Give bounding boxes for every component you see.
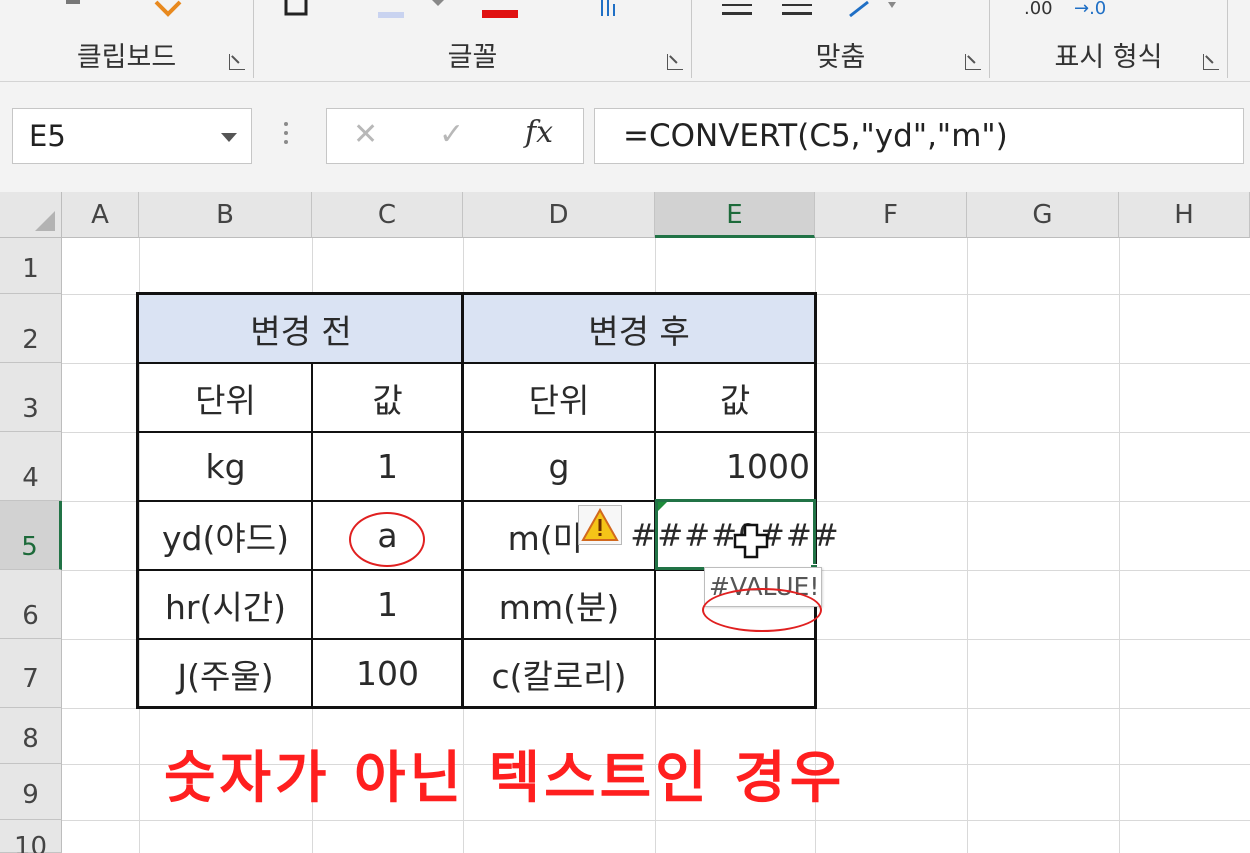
- cell-d5[interactable]: m(미: [463, 501, 583, 570]
- column-header-b[interactable]: B: [139, 192, 312, 238]
- number-dialog-launcher-icon[interactable]: [1203, 54, 1219, 70]
- cell-e7[interactable]: [655, 639, 815, 708]
- formula-text: =CONVERT(C5,"yd","m"): [623, 118, 1008, 154]
- decrease-decimal-icon[interactable]: →.0: [1074, 0, 1106, 19]
- wrap-text-icon[interactable]: [596, 0, 626, 22]
- font-dropdown-icon[interactable]: [430, 0, 448, 10]
- row-header-3[interactable]: 3: [0, 363, 62, 432]
- formula-buttons: ✕ ✓ fx: [326, 108, 584, 164]
- fill-color-icon[interactable]: [374, 0, 414, 22]
- align-left-icon[interactable]: [718, 0, 758, 18]
- formula-input[interactable]: =CONVERT(C5,"yd","m"): [594, 108, 1244, 164]
- clipboard-group: 클립보드: [0, 0, 254, 78]
- name-box-value: E5: [29, 119, 66, 153]
- row-header-4[interactable]: 4: [0, 432, 62, 501]
- cell-c7[interactable]: 100: [312, 639, 463, 708]
- highlight-ring-error: [702, 588, 822, 632]
- subheader-unit-after[interactable]: 단위: [463, 363, 655, 432]
- cell-d4[interactable]: g: [463, 432, 655, 501]
- row-header-6[interactable]: 6: [0, 570, 62, 639]
- select-all-button[interactable]: [0, 192, 62, 238]
- column-header-h[interactable]: H: [1119, 192, 1250, 238]
- column-header-d[interactable]: D: [463, 192, 655, 238]
- cell-e4[interactable]: 1000: [655, 432, 810, 501]
- annotation-caption: 숫자가 아닌 텍스트인 경우: [164, 746, 846, 811]
- row-header-2[interactable]: 2: [0, 294, 62, 363]
- clipboard-dialog-launcher-icon[interactable]: [229, 54, 245, 70]
- subheader-value-after[interactable]: 값: [655, 363, 815, 432]
- insert-function-icon[interactable]: fx: [525, 115, 553, 150]
- alignment-dialog-launcher-icon[interactable]: [965, 54, 981, 70]
- name-box[interactable]: E5: [12, 108, 252, 164]
- number-group-label: 표시 형식: [1054, 42, 1163, 73]
- cell-d7[interactable]: c(칼로리): [463, 639, 655, 708]
- cell-c6[interactable]: 1: [312, 570, 463, 639]
- orientation-icon[interactable]: [844, 0, 904, 18]
- cancel-icon[interactable]: ✕: [353, 117, 378, 152]
- font-color-icon[interactable]: [480, 0, 524, 22]
- cell-cursor-icon: [733, 523, 769, 559]
- row-header-7[interactable]: 7: [0, 639, 62, 708]
- cell-b4[interactable]: kg: [139, 432, 312, 501]
- column-header-g[interactable]: G: [967, 192, 1119, 238]
- font-group-label: 글꼴: [447, 42, 498, 73]
- highlight-ring-c5: [349, 512, 425, 567]
- enter-icon[interactable]: ✓: [439, 117, 464, 152]
- column-header-f[interactable]: F: [815, 192, 967, 238]
- header-after[interactable]: 변경 후: [463, 294, 815, 363]
- font-dialog-launcher-icon[interactable]: [667, 54, 683, 70]
- align-right-icon[interactable]: [778, 0, 818, 18]
- drag-handle-icon[interactable]: [284, 122, 290, 148]
- row-header-8[interactable]: 8: [0, 708, 62, 764]
- cell-b6[interactable]: hr(시간): [139, 570, 312, 639]
- row-header-10[interactable]: 10: [0, 820, 62, 853]
- chevron-down-icon[interactable]: [221, 133, 237, 142]
- cell-d6[interactable]: mm(분): [463, 570, 655, 639]
- row-header-5[interactable]: 5: [0, 501, 62, 570]
- font-group: 글꼴: [254, 0, 692, 78]
- column-header-e[interactable]: E: [655, 192, 815, 238]
- alignment-group: 맞춤: [601, 0, 990, 78]
- subheader-value-before[interactable]: 값: [312, 363, 463, 432]
- clipboard-group-label: 클립보드: [76, 42, 177, 73]
- error-options-button[interactable]: [578, 505, 622, 545]
- number-group: .00 →.0 표시 형식: [990, 0, 1228, 78]
- formula-bar: E5 ✕ ✓ fx =CONVERT(C5,"yd","m"): [0, 82, 1250, 192]
- row-header-1[interactable]: 1: [0, 238, 62, 294]
- increase-decimal-icon[interactable]: .00: [1024, 0, 1053, 19]
- header-before[interactable]: 변경 전: [139, 294, 463, 363]
- border-icon[interactable]: [284, 0, 318, 18]
- subheader-unit-before[interactable]: 단위: [139, 363, 312, 432]
- error-indicator-icon: [658, 502, 667, 511]
- cell-b5[interactable]: yd(야드): [139, 501, 312, 570]
- cut-icon[interactable]: [60, 0, 90, 10]
- warning-icon: [581, 507, 619, 541]
- column-header-a[interactable]: A: [62, 192, 139, 238]
- column-header-c[interactable]: C: [312, 192, 463, 238]
- alignment-group-label: 맞춤: [815, 42, 866, 73]
- cell-b7[interactable]: J(주울): [139, 639, 312, 708]
- row-header-9[interactable]: 9: [0, 764, 62, 820]
- format-painter-icon[interactable]: [150, 0, 190, 20]
- cell-c4[interactable]: 1: [312, 432, 463, 501]
- ribbon: 클립보드 글꼴 맞춤 .00 →.0 표시 형식: [0, 0, 1250, 82]
